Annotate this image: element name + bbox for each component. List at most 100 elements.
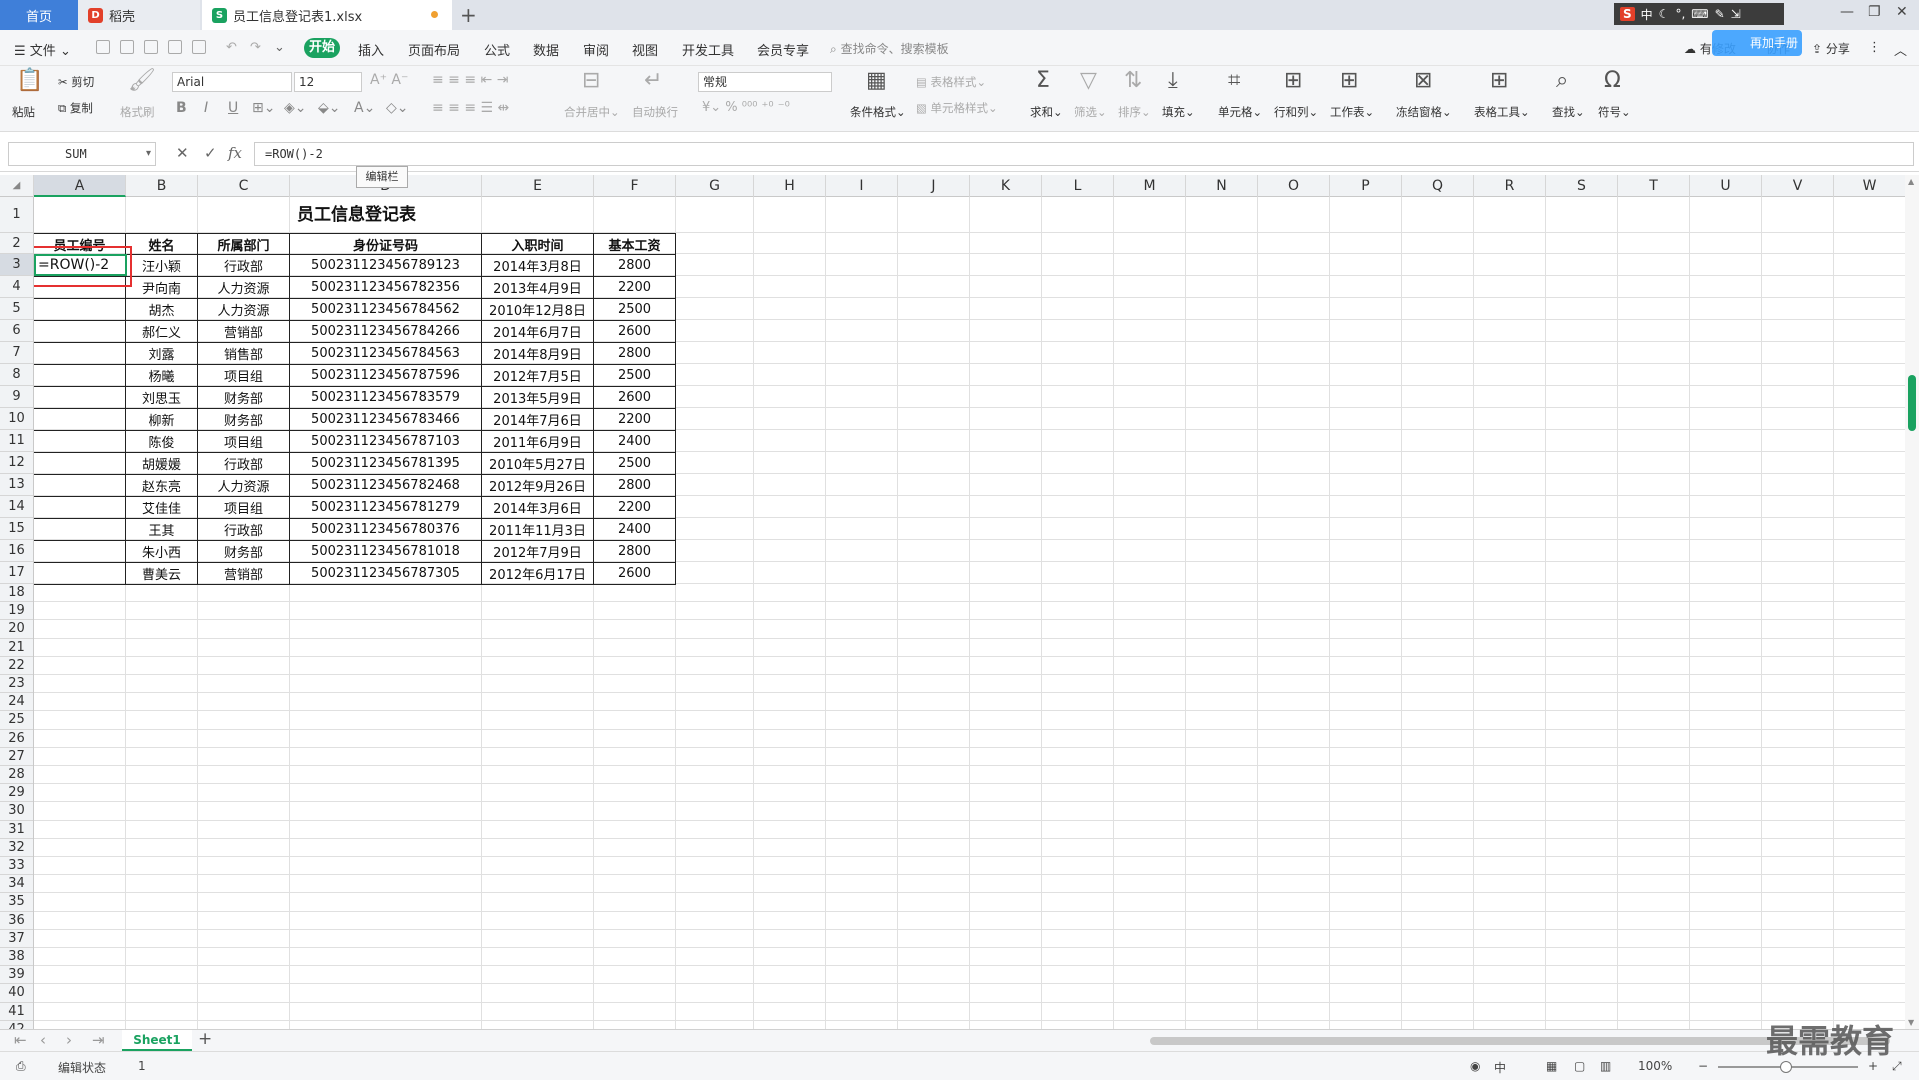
table-cell[interactable]: 项目组 [197,496,290,519]
preview-icon[interactable] [192,40,206,54]
table-cell[interactable]: 2014年8月9日 [481,342,594,365]
minimize-icon[interactable]: — [1840,4,1854,20]
row-header[interactable]: 12 [0,452,33,474]
keyboard-icon[interactable]: ⌨ [1691,7,1708,21]
table-cell[interactable]: 2012年7月9日 [481,540,594,563]
table-cell[interactable]: 500231123456784562 [289,298,482,321]
table-cell[interactable]: 胡杰 [125,298,198,321]
table-cell[interactable]: 财务部 [197,386,290,409]
row-header[interactable]: 8 [0,364,33,386]
table-cell[interactable] [34,562,126,585]
normal-view-icon[interactable]: ▦ [1546,1059,1557,1073]
table-cell[interactable]: 2800 [593,474,676,497]
table-cell[interactable] [34,298,126,321]
row-header[interactable]: 32 [0,839,33,857]
row-header[interactable]: 33 [0,857,33,876]
table-cell[interactable] [34,474,126,497]
table-cell[interactable]: 柳新 [125,408,198,431]
page-layout-view-icon[interactable]: ▢ [1574,1059,1585,1073]
table-cell[interactable]: 2600 [593,562,676,585]
table-cell[interactable] [34,342,126,365]
ime-toolbar[interactable]: S 中 ☾ °, ⌨ ✎ ⇲ [1614,3,1784,25]
table-cell[interactable]: 2010年12月8日 [481,298,594,321]
zoom-out-icon[interactable]: − [1698,1059,1708,1073]
status-ime[interactable]: 中 [1494,1059,1506,1076]
column-header[interactable]: I [826,175,898,197]
column-header[interactable]: M [1114,175,1186,197]
table-cell[interactable]: 陈俊 [125,430,198,453]
font-grow-icon[interactable]: A⁺ A⁻ [370,72,408,88]
table-cell[interactable]: 500231123456787103 [289,430,482,453]
column-header[interactable]: F [594,175,676,197]
symbol-button[interactable]: 符号⌄ [1598,104,1631,120]
table-cell[interactable]: 项目组 [197,430,290,453]
menu-review[interactable]: 审阅 [583,40,609,59]
worksheet-button[interactable]: 工作表⌄ [1330,104,1374,120]
table-cell[interactable]: 人力资源 [197,474,290,497]
row-header[interactable]: 22 [0,657,33,675]
row-header[interactable]: 27 [0,748,33,766]
row-header[interactable]: 3 [0,254,33,276]
row-header[interactable]: 23 [0,675,33,694]
row-header[interactable]: 28 [0,766,33,785]
table-cell[interactable]: 2800 [593,254,676,277]
sheet-title[interactable]: 员工信息登记表 [34,197,679,233]
currency-icon[interactable]: ¥⌄ % ⁰⁰⁰ ⁺⁰ ⁻⁰ [702,100,790,115]
sheet-tab-sheet1[interactable]: Sheet1 [122,1030,192,1051]
align-left-icon[interactable]: ≡ ≡ ≡ ☰ ⇹ [432,100,509,116]
table-cell[interactable]: 胡媛媛 [125,452,198,475]
row-header[interactable]: 19 [0,602,33,621]
punct-icon[interactable]: °, [1675,7,1685,21]
format-icon[interactable] [144,40,158,54]
table-cell[interactable]: 2400 [593,430,676,453]
column-header[interactable]: N [1186,175,1258,197]
header-cell[interactable]: 身份证号码 [289,233,482,255]
page-break-view-icon[interactable]: ▥ [1600,1059,1611,1073]
clear-icon[interactable]: ◇⌄ [386,100,409,116]
table-cell[interactable]: 汪小颖 [125,254,198,277]
column-header[interactable]: P [1330,175,1402,197]
table-cell[interactable]: 行政部 [197,452,290,475]
row-header[interactable]: 11 [0,430,33,452]
eye-protect-icon[interactable]: ◉ [1470,1059,1480,1073]
bg-color-icon[interactable]: ⬙⌄ [318,100,341,116]
column-header[interactable]: G [676,175,754,197]
table-cell[interactable]: 行政部 [197,518,290,541]
table-cell[interactable]: 王其 [125,518,198,541]
table-cell[interactable] [34,320,126,343]
table-cell[interactable]: 2013年5月9日 [481,386,594,409]
table-tools-button[interactable]: 表格工具⌄ [1474,104,1530,120]
macro-icon[interactable]: ⎙ [16,1059,26,1074]
row-header[interactable]: 20 [0,620,33,639]
row-header[interactable]: 4 [0,276,33,298]
row-header[interactable]: 1 [0,197,33,233]
select-all-corner[interactable]: ◢ [0,175,34,197]
table-cell[interactable]: 行政部 [197,254,290,277]
table-tools-icon[interactable]: ⊞ [1490,68,1508,93]
header-cell[interactable]: 入职时间 [481,233,594,255]
row-header[interactable]: 16 [0,540,33,562]
prev-sheet-icon[interactable]: ‹ [40,1031,46,1049]
table-cell[interactable]: 500231123456780376 [289,518,482,541]
row-header[interactable]: 42 [0,1021,33,1029]
table-style-button[interactable]: ▤ 表格样式⌄ [916,74,986,90]
fill-icon[interactable]: ⤓ [1168,68,1178,93]
table-cell[interactable]: 刘露 [125,342,198,365]
paste-button[interactable]: 粘贴 [12,104,35,120]
column-header[interactable]: T [1618,175,1690,197]
table-cell[interactable]: 2014年3月6日 [481,496,594,519]
table-cell[interactable]: 营销部 [197,562,290,585]
freeze-button[interactable]: 冻结窗格⌄ [1396,104,1452,120]
redo-icon[interactable]: ↷ [250,40,261,55]
spreadsheet-grid[interactable]: 员工信息登记表 员工编号 姓名 所属部门 身份证号码 入职时间 基本工资 汪小颖 行政部 500… [34,197,1905,1029]
column-header[interactable]: U [1690,175,1762,197]
font-name-select[interactable]: Arial [172,72,292,92]
table-cell[interactable] [34,386,126,409]
format-painter-icon[interactable]: 🖌 [128,68,156,93]
row-header[interactable]: 21 [0,639,33,657]
column-header[interactable]: A [34,175,126,197]
table-cell[interactable]: 500231123456783466 [289,408,482,431]
table-cell[interactable]: 2014年7月6日 [481,408,594,431]
table-cell[interactable]: 2600 [593,320,676,343]
table-cell[interactable]: 500231123456781018 [289,540,482,563]
